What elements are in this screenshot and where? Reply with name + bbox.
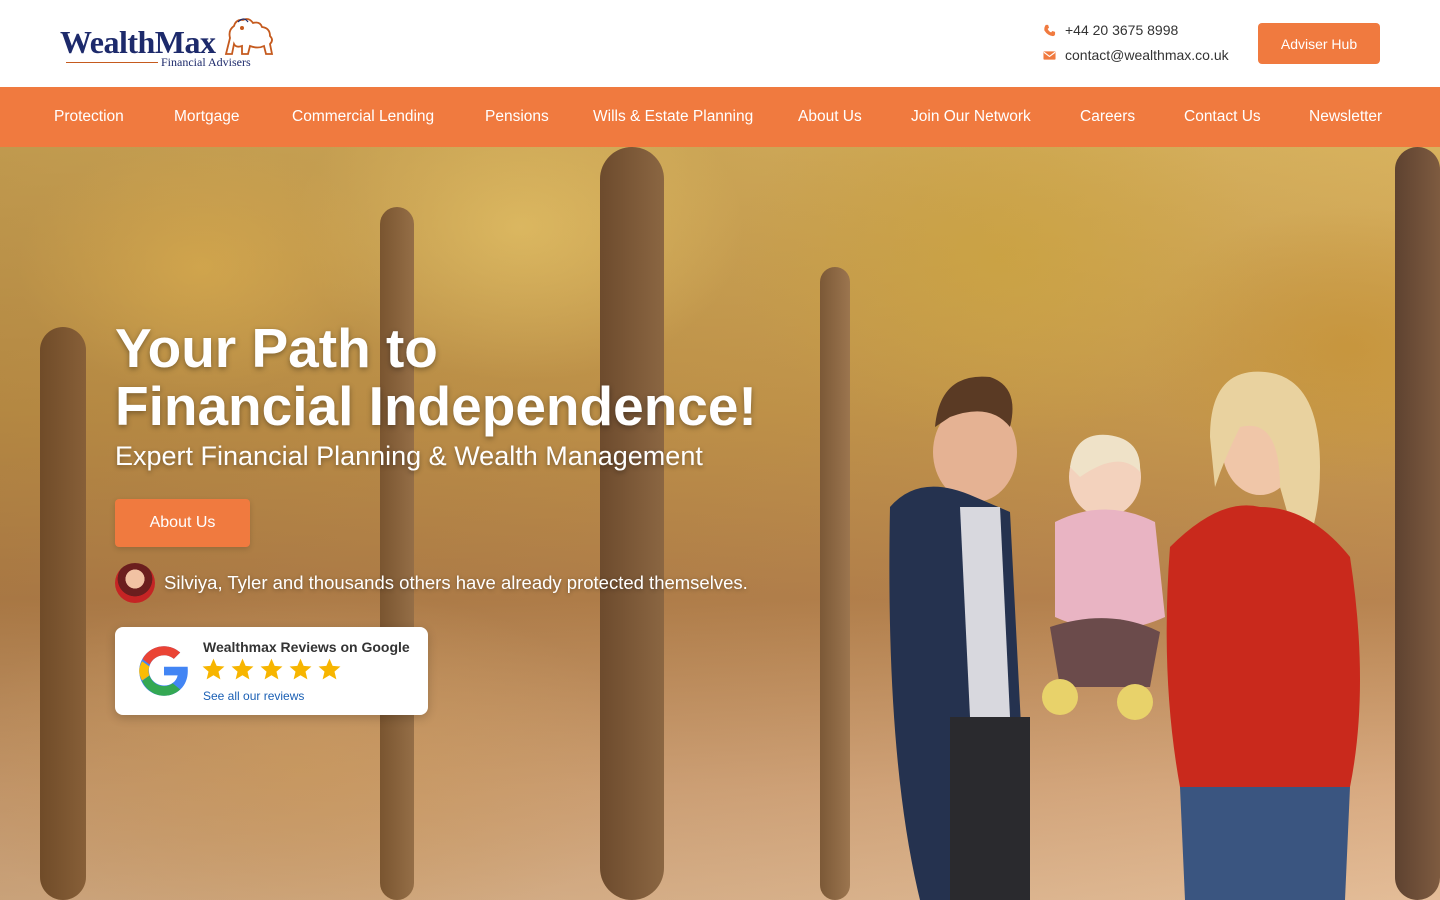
star-icon: [231, 658, 254, 680]
nav-item-join-our-network[interactable]: Join Our Network: [911, 87, 1031, 147]
hero-subtitle: Expert Financial Planning & Wealth Manag…: [115, 441, 703, 471]
mail-icon: [1043, 50, 1056, 60]
star-icon: [202, 658, 225, 680]
email-contact[interactable]: contact@wealthmax.co.uk: [1043, 46, 1229, 64]
nav-item-pensions[interactable]: Pensions: [485, 87, 549, 147]
see-all-reviews-link[interactable]: See all our reviews: [203, 689, 304, 703]
nav-item-newsletter[interactable]: Newsletter: [1309, 87, 1382, 147]
nav-item-careers[interactable]: Careers: [1080, 87, 1135, 147]
nav-item-about-us[interactable]: About Us: [798, 87, 862, 147]
phone-contact[interactable]: +44 20 3675 8998: [1043, 21, 1178, 39]
hero-title-line-1: Your Path to: [115, 317, 438, 379]
reviews-title: Wealthmax Reviews on Google: [203, 639, 410, 655]
email-address: contact@wealthmax.co.uk: [1065, 47, 1229, 63]
testimonial-text: Silviya, Tyler and thousands others have…: [164, 572, 748, 593]
adviser-hub-button[interactable]: Adviser Hub: [1258, 23, 1380, 64]
nav-item-protection[interactable]: Protection: [54, 87, 124, 147]
nav-item-wills-estate-planning[interactable]: Wills & Estate Planning: [593, 87, 753, 147]
nav-item-commercial-lending[interactable]: Commercial Lending: [292, 87, 434, 147]
star-icon: [289, 658, 312, 680]
wealthmax-logo[interactable]: WealthMax Financial Advisers: [60, 16, 275, 72]
star-icon: [260, 658, 283, 680]
nav-item-mortgage[interactable]: Mortgage: [174, 87, 239, 147]
phone-icon: [1044, 24, 1056, 36]
star-rating: [201, 655, 342, 683]
hero-title-line-2: Financial Independence!: [115, 375, 757, 437]
phone-number: +44 20 3675 8998: [1065, 22, 1179, 38]
hero-section: Your Path to Financial Independence! Exp…: [0, 147, 1440, 900]
top-header: WealthMax Financial Advisers +44 20 3675…: [0, 0, 1440, 87]
hero-title: Your Path to Financial Independence!: [115, 319, 875, 435]
logo-divider: [66, 62, 158, 63]
google-reviews-card[interactable]: Wealthmax Reviews on Google See all our …: [115, 627, 428, 715]
nav-item-contact-us[interactable]: Contact Us: [1184, 87, 1261, 147]
about-us-button[interactable]: About Us: [115, 499, 250, 547]
main-navigation: Protection Mortgage Commercial Lending P…: [0, 87, 1440, 147]
family-photo: [889, 371, 1360, 900]
avatar: [115, 563, 155, 603]
star-icon: [318, 658, 341, 680]
logo-tagline: Financial Advisers: [161, 55, 251, 69]
google-logo-icon: [139, 646, 188, 696]
lion-crest-icon: [224, 18, 274, 55]
testimonial: Silviya, Tyler and thousands others have…: [115, 563, 748, 603]
